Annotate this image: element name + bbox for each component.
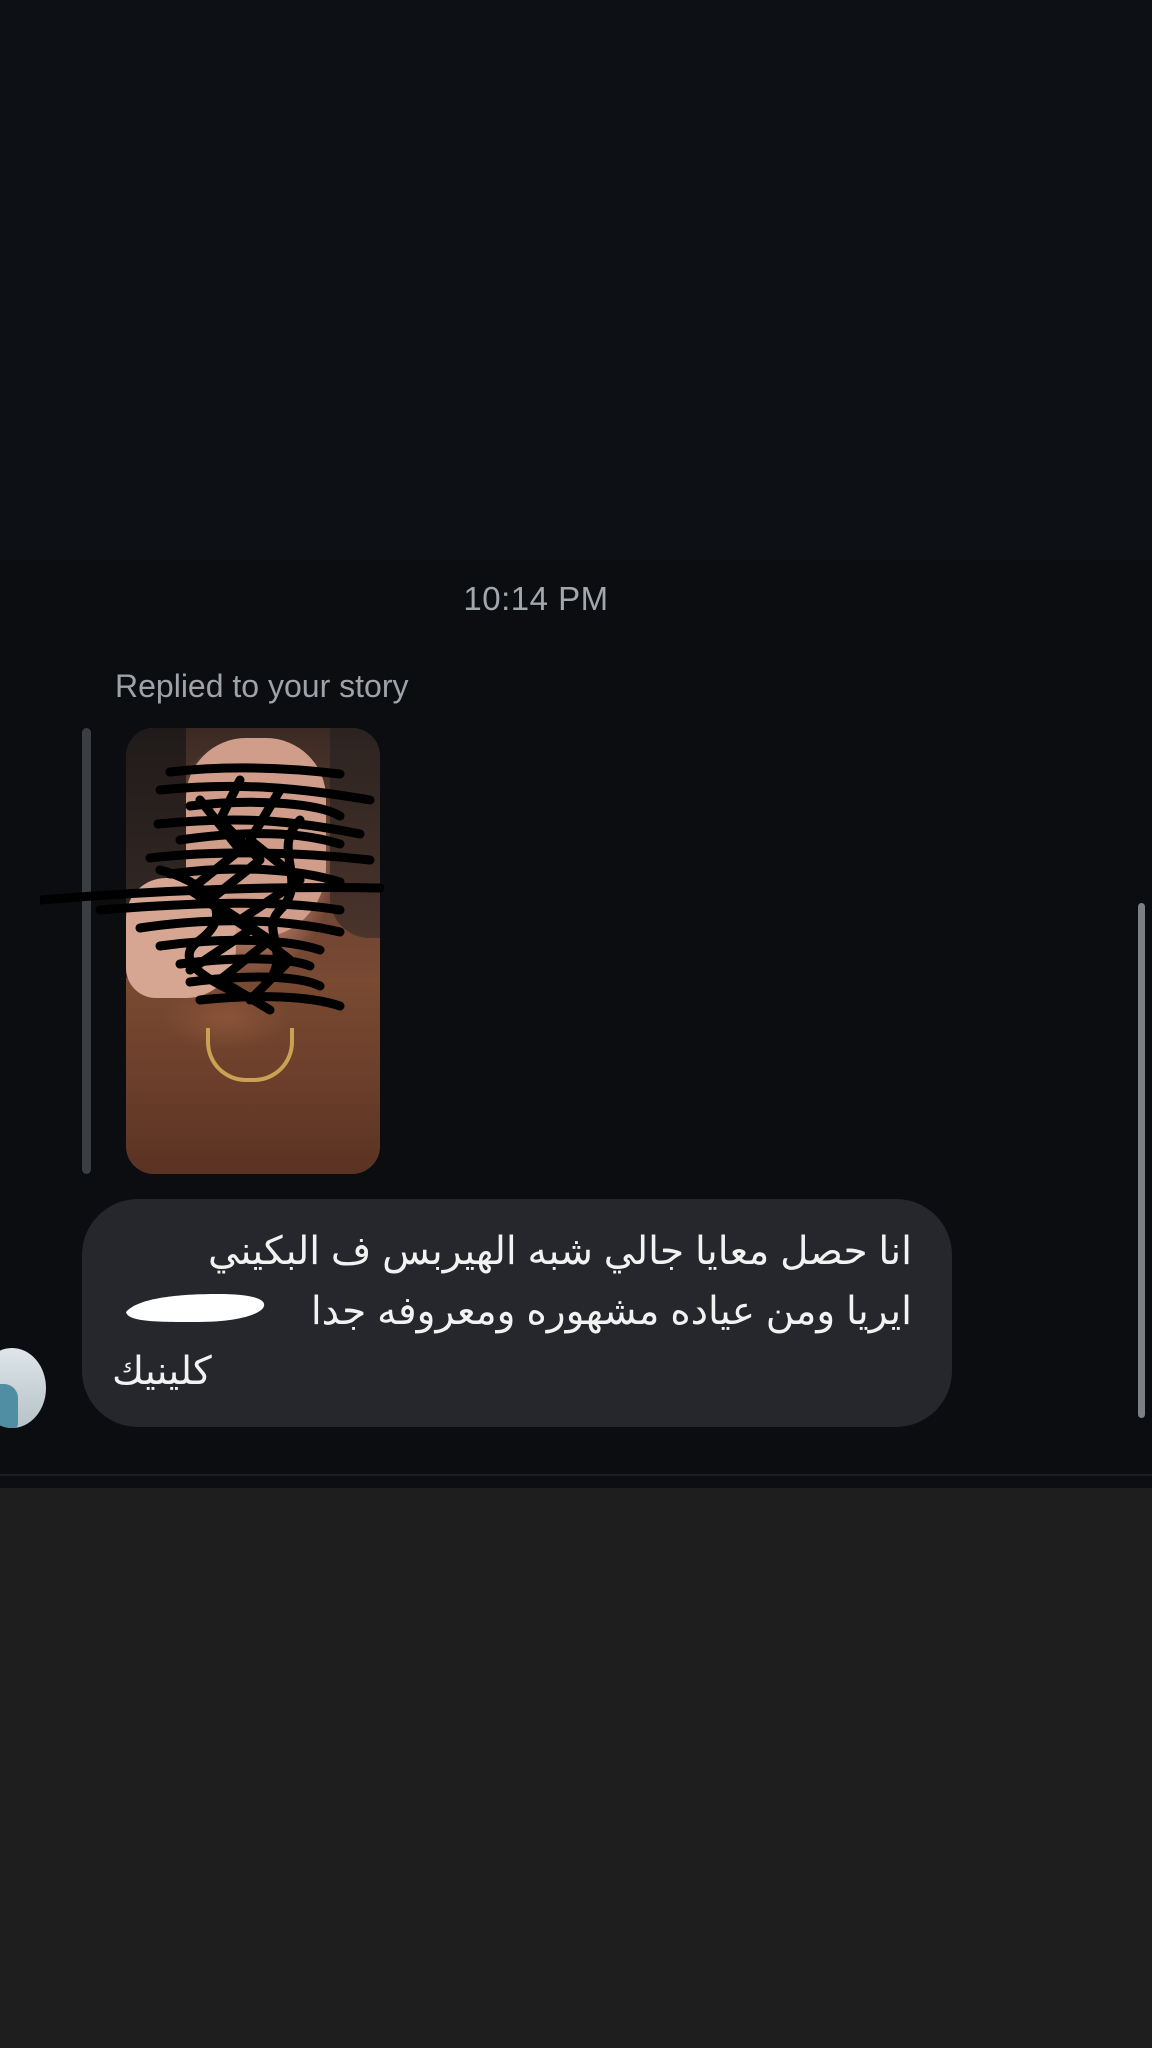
message-timestamp: 10:14 PM — [463, 580, 609, 617]
top-blank-area — [0, 0, 1152, 560]
message-line: انا حصل معايا جالي شبه الهيربس ف البكيني — [208, 1230, 912, 1273]
replied-to-story-label: Replied to your story — [115, 668, 409, 704]
divider — [0, 1474, 1152, 1476]
avatar-figure — [0, 1384, 18, 1428]
bottom-blank-area — [0, 1488, 1152, 2048]
scrollbar[interactable] — [1138, 903, 1145, 1418]
redaction-mark — [126, 1294, 265, 1322]
redaction-scribble — [40, 763, 385, 1015]
message-line: كلينيك — [112, 1350, 212, 1393]
